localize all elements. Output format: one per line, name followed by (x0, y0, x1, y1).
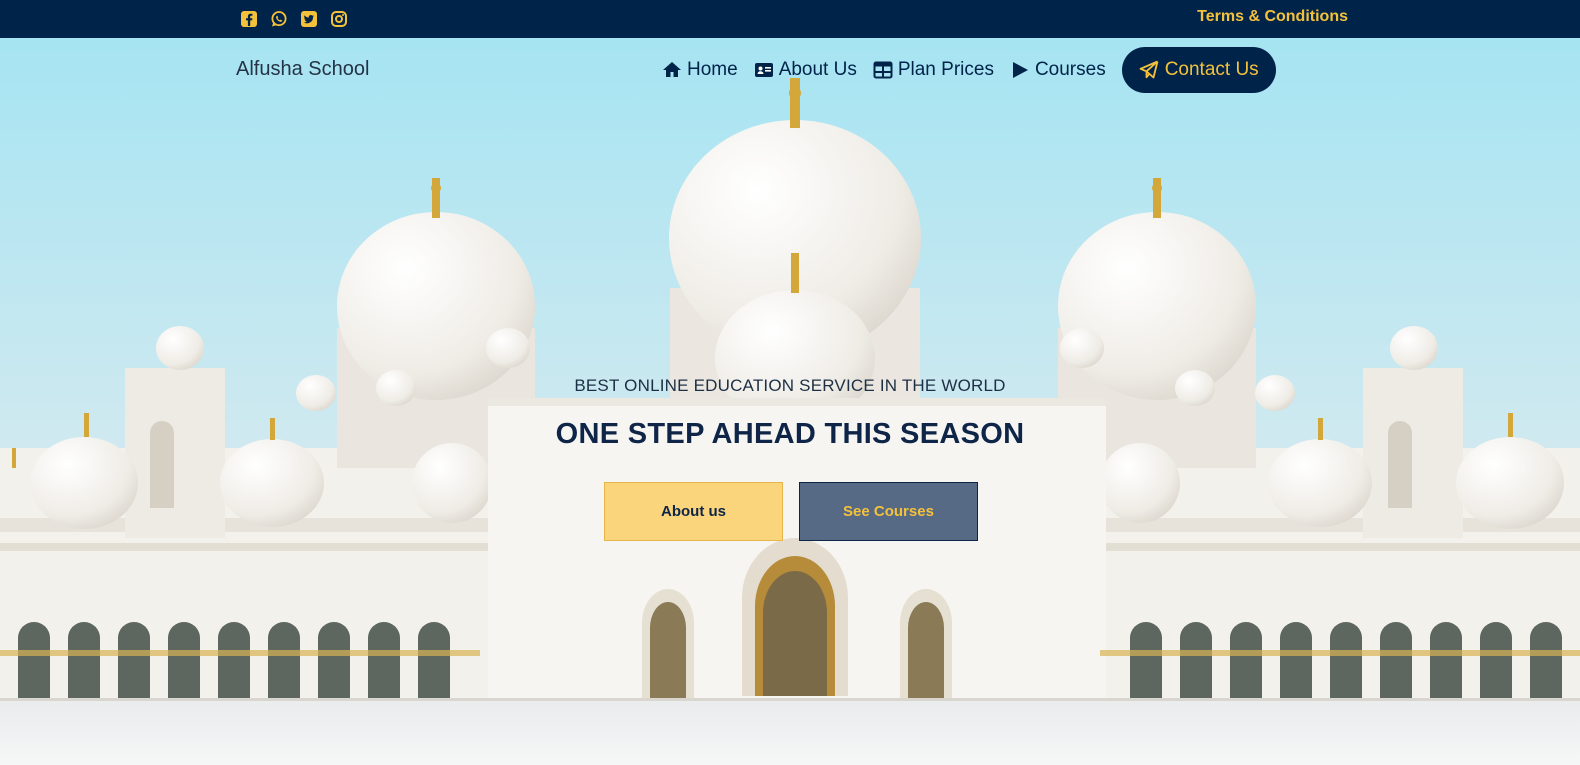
site-logo[interactable]: Alfusha School (236, 58, 369, 81)
contact-us-button[interactable]: Contact Us (1121, 47, 1276, 93)
main-nav: Home About Us Plan Prices Courses Contac… (662, 47, 1276, 93)
home-icon (663, 62, 681, 77)
instagram-icon[interactable] (330, 10, 348, 28)
table-icon (873, 61, 893, 79)
id-card-icon (754, 63, 773, 77)
nav-item-label: About Us (778, 59, 857, 80)
social-links (240, 10, 348, 28)
see-courses-button[interactable]: See Courses (799, 482, 978, 541)
nav-item-plan-prices[interactable]: Plan Prices (873, 59, 994, 81)
about-us-button[interactable]: About us (604, 482, 783, 541)
paper-plane-icon (1139, 60, 1159, 79)
twitter-icon[interactable] (300, 10, 318, 28)
nav-item-label: Courses (1034, 59, 1106, 80)
terms-link[interactable]: Terms & Conditions (1197, 8, 1348, 26)
facebook-icon[interactable] (240, 10, 258, 28)
whatsapp-icon[interactable] (270, 10, 288, 28)
nav-item-label: Home (687, 59, 738, 80)
hero-title: ONE STEP AHEAD THIS SEASON (555, 418, 1025, 450)
nav-item-label: Plan Prices (897, 59, 994, 80)
nav-item-home[interactable]: Home (662, 59, 738, 81)
nav-item-about[interactable]: About Us (754, 59, 857, 81)
hero-section: BEST ONLINE EDUCATION SERVICE IN THE WOR… (0, 38, 1580, 765)
hero-subtitle: BEST ONLINE EDUCATION SERVICE IN THE WOR… (574, 376, 1006, 395)
contact-us-label: Contact Us (1164, 59, 1259, 80)
top-bar: Terms & Conditions (0, 0, 1580, 38)
nav-item-courses[interactable]: Courses (1010, 59, 1106, 81)
play-icon (1012, 62, 1028, 78)
mosque-background-image (0, 38, 1580, 765)
